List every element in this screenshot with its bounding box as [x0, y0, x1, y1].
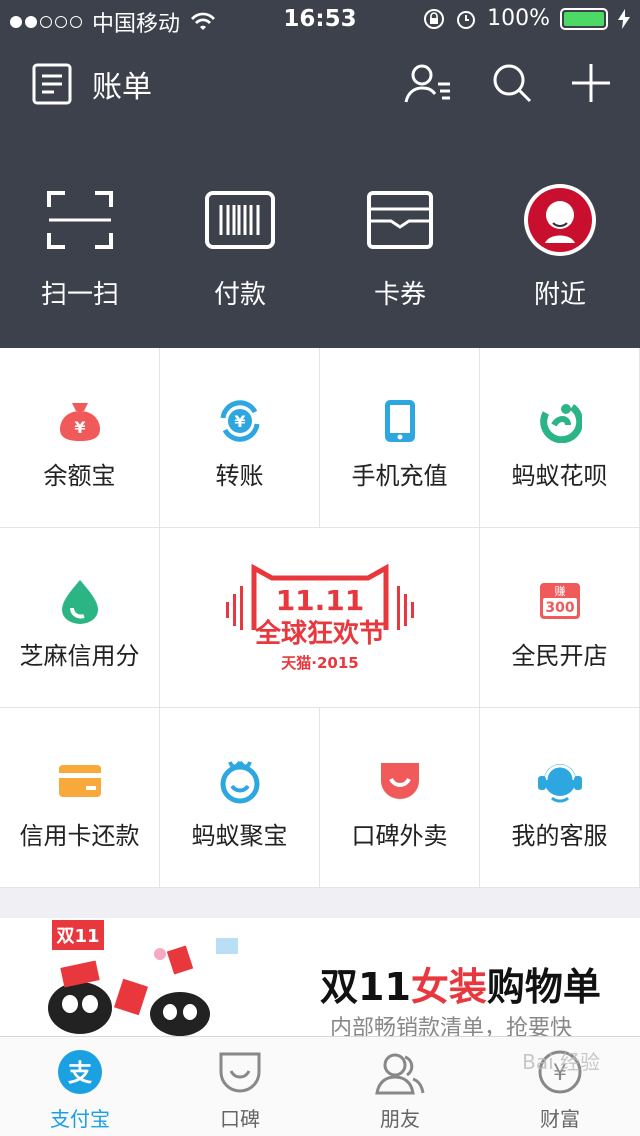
page-title: 账单	[92, 70, 152, 105]
add-icon[interactable]	[572, 64, 610, 102]
svg-text:赚: 赚	[554, 584, 565, 598]
grid-item-huabei[interactable]: 蚂蚁花呗	[480, 348, 640, 528]
transfer-icon: ¥	[220, 400, 259, 442]
barcode-icon	[205, 191, 275, 249]
alipay-icon: 支	[58, 1050, 102, 1094]
service-icon	[537, 764, 582, 803]
status-bar: 中国移动 16:53 100%	[0, 0, 640, 40]
tab-alipay[interactable]: 支 支付宝	[0, 1037, 160, 1136]
shop-icon: 赚 300	[539, 583, 580, 619]
svg-text:支: 支	[68, 1059, 93, 1087]
grid-item-jubao[interactable]: 蚂蚁聚宝	[160, 708, 320, 888]
promo-top: 11.11	[276, 584, 365, 617]
card-icon	[58, 765, 101, 797]
grid-item-card-repay[interactable]: 信用卡还款	[0, 708, 160, 888]
double11-logo: 11.11 全球狂欢节 天猫·2015	[226, 563, 414, 672]
huabei-icon	[539, 404, 582, 443]
money-bag-icon: ¥	[59, 403, 100, 441]
rotation-lock-icon	[424, 8, 445, 29]
coupons-button[interactable]: 卡券	[320, 180, 480, 340]
charging-icon	[618, 8, 630, 29]
tab-koubei[interactable]: 口碑	[160, 1037, 320, 1136]
takeout-icon	[380, 763, 419, 799]
svg-text:¥: ¥	[74, 418, 85, 437]
banner-title: 双11女装购物单	[320, 965, 601, 1009]
quick-actions: 扫一扫 付款 卡券 附近	[0, 180, 640, 340]
battery-icon	[560, 7, 608, 30]
alipay-home: 中国移动 16:53 100% 账单 扫一扫 付款 卡券 附近 ¥ 余额宝 ¥ …	[0, 0, 640, 1136]
nav-bar: 账单	[0, 48, 640, 120]
bill-icon	[32, 63, 72, 105]
promo-sub: 天猫·2015	[281, 654, 358, 672]
battery-percent: 100%	[487, 6, 550, 31]
svg-text:300: 300	[545, 600, 574, 616]
grid-item-sesame[interactable]: 芝麻信用分	[0, 528, 160, 708]
promo-main: 全球狂欢节	[254, 618, 385, 649]
watermark: Bai 经验	[522, 1050, 600, 1074]
grid-item-service[interactable]: 我的客服	[480, 708, 640, 888]
grid-item-yuebao[interactable]: ¥ 余额宝	[0, 348, 160, 528]
scan-icon	[47, 191, 113, 249]
svg-text:¥: ¥	[234, 412, 245, 431]
promo-banner[interactable]: 双11 双11女装购物单 内部畅销款清单，抢要快	[0, 918, 640, 1036]
promo-double11[interactable]: 11.11 全球狂欢节 天猫·2015	[160, 528, 480, 708]
pay-button[interactable]: 付款	[160, 180, 320, 340]
alarm-icon	[457, 10, 476, 29]
koubei-icon	[219, 1052, 261, 1093]
banner-tag: 双11	[56, 926, 99, 947]
scan-button[interactable]: 扫一扫	[0, 180, 160, 340]
tab-friends[interactable]: 朋友	[320, 1037, 480, 1136]
phone-icon	[384, 400, 415, 442]
search-icon[interactable]	[492, 63, 532, 103]
wallet-icon	[367, 191, 433, 249]
nearby-button[interactable]: 附近	[480, 180, 640, 340]
contacts-icon[interactable]	[404, 62, 452, 104]
grid-item-shop[interactable]: 赚 300 全民开店	[480, 528, 640, 708]
banner-illustration: 双11	[48, 920, 238, 1036]
kfc-logo-icon	[524, 184, 596, 256]
bill-button[interactable]: 账单	[32, 62, 152, 106]
grid-item-takeout[interactable]: 口碑外卖	[320, 708, 480, 888]
top-panel: 中国移动 16:53 100% 账单 扫一扫 付款 卡券 附近	[0, 0, 640, 348]
jubao-icon	[220, 760, 259, 804]
sesame-icon	[61, 580, 98, 624]
grid-item-transfer[interactable]: ¥ 转账	[160, 348, 320, 528]
grid-item-recharge[interactable]: 手机充值	[320, 348, 480, 528]
service-grid: ¥ 余额宝 ¥ 转账 手机充值 蚂蚁花呗 芝麻信用分 11.11 全球狂欢节 天…	[0, 348, 640, 888]
friends-icon	[375, 1053, 425, 1095]
banner-subtitle: 内部畅销款清单，抢要快	[330, 1016, 573, 1036]
